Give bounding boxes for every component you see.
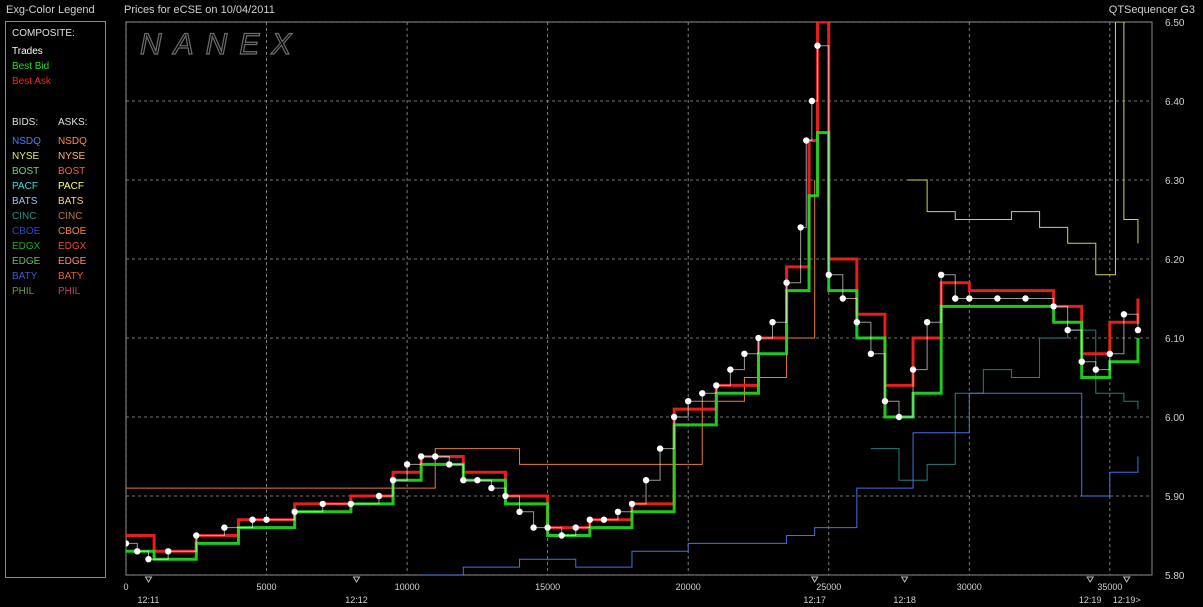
x-tick-label: 10000: [395, 582, 420, 592]
trade-point: [1092, 366, 1099, 373]
time-tick-label: 12:11: [138, 595, 160, 605]
trade-point: [909, 366, 917, 373]
trade-point: [1106, 350, 1114, 357]
trade-point: [684, 398, 692, 405]
time-marker-icon: [1086, 576, 1095, 583]
trade-point: [145, 556, 152, 563]
trade-point: [952, 295, 959, 302]
time-tick-label: 12:17: [803, 595, 826, 605]
trade-point: [814, 42, 821, 49]
price-chart: NANEX 6.50 6.40 6.30 6.20 6.10 6.00 5.90 5.80 0 5…: [123, 18, 1185, 605]
y-tick-label: 6.00: [1165, 413, 1185, 424]
trade-point: [614, 508, 622, 515]
y-tick-label: 5.90: [1165, 492, 1185, 503]
time-marker-icon: [900, 576, 909, 583]
time-marker-icon: [1122, 576, 1131, 583]
trade-point: [803, 137, 810, 144]
time-tick-label: 12:12: [345, 595, 368, 605]
trade-point: [600, 516, 608, 523]
y-tick-label: 6.50: [1165, 18, 1185, 29]
trade-point: [586, 516, 594, 523]
x-tick-label: 15000: [535, 582, 560, 592]
trade-point: [670, 413, 678, 421]
trade-point: [1120, 311, 1128, 318]
trade-point: [347, 500, 355, 508]
trade-point: [808, 97, 816, 105]
time-marker-icon: [144, 576, 153, 583]
trade-point: [642, 477, 650, 484]
trade-point: [544, 524, 551, 531]
trade-point: [221, 524, 228, 531]
y-tick-label: 5.80: [1165, 571, 1185, 582]
trade-point: [923, 319, 931, 326]
trade-point: [895, 413, 903, 421]
time-tick-label: 12:19>: [1113, 595, 1141, 605]
x-tick-label: 5000: [257, 582, 277, 592]
trade-point: [193, 532, 200, 539]
time-tick-label: 12:18: [893, 595, 916, 605]
trade-point: [263, 516, 270, 523]
trade-point: [319, 500, 326, 508]
trade-point: [126, 540, 130, 547]
trade-point: [867, 350, 875, 357]
trade-point: [1134, 326, 1142, 334]
trade-point: [446, 461, 453, 468]
trade-point: [825, 271, 832, 278]
trade-point: [488, 484, 495, 492]
trade-point: [164, 548, 172, 555]
trade-point: [1022, 295, 1029, 302]
trade-point: [134, 548, 141, 555]
y-tick-label: 6.40: [1165, 97, 1185, 108]
trade-point: [558, 532, 565, 539]
watermark-logo: NANEX: [140, 28, 303, 61]
time-tick-label: 12:19: [1079, 595, 1102, 605]
y-tick-label: 6.10: [1165, 334, 1185, 345]
trade-point: [417, 453, 425, 460]
trade-point: [502, 492, 509, 500]
trade-point: [1078, 358, 1085, 365]
trade-point: [966, 295, 973, 302]
x-tick-label: 20000: [676, 582, 701, 592]
trade-point: [1050, 303, 1057, 310]
trade-point: [937, 271, 945, 278]
trade-point: [797, 224, 804, 231]
trade-point: [474, 477, 481, 484]
y-tick-label: 6.20: [1165, 255, 1185, 266]
trade-point: [375, 492, 383, 500]
trade-point: [530, 524, 537, 531]
trade-point: [249, 516, 256, 523]
x-tick-label: 35000: [1097, 582, 1122, 592]
trade-point: [994, 295, 1001, 302]
trade-point: [403, 461, 411, 468]
time-marker-icon: [352, 576, 361, 583]
trade-point: [460, 477, 467, 484]
trade-point: [839, 295, 846, 302]
trade-point: [881, 398, 889, 405]
trade-point: [516, 508, 523, 515]
trade-point: [656, 445, 664, 452]
trade-point: [1064, 326, 1071, 334]
trade-point: [783, 279, 790, 286]
trade-point: [572, 524, 579, 531]
y-tick-label: 6.30: [1165, 176, 1185, 187]
trade-point: [699, 390, 706, 397]
trade-point: [755, 334, 762, 342]
trade-point: [741, 350, 748, 357]
trade-point: [432, 453, 439, 460]
trade-point: [727, 366, 734, 373]
trade-point: [291, 508, 298, 515]
trade-point: [628, 500, 636, 508]
x-tick-label: 25000: [816, 582, 841, 592]
x-tick-label: 30000: [957, 582, 982, 592]
trade-point: [853, 319, 861, 326]
trade-point: [713, 382, 720, 389]
x-tick-label: 0: [123, 582, 128, 592]
trade-point: [769, 319, 776, 326]
trade-point: [389, 477, 397, 484]
